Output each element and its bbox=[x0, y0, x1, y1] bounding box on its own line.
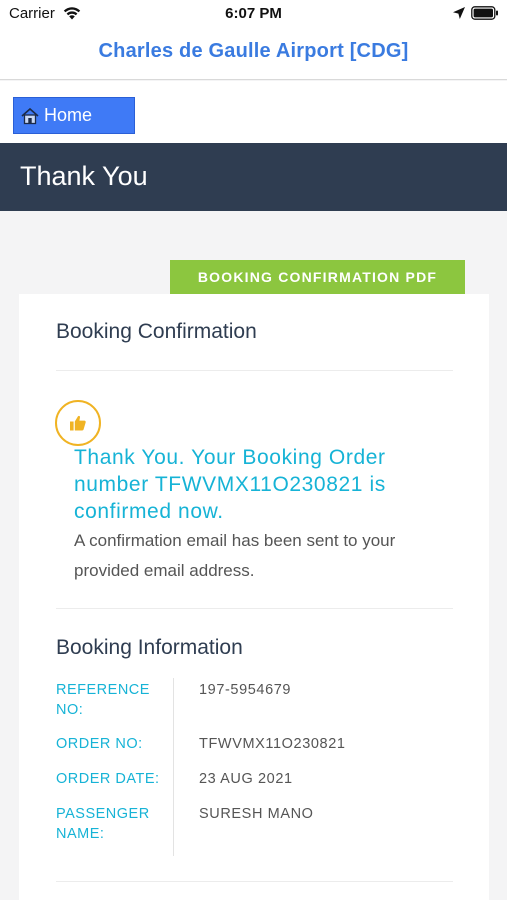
passenger-name-value: SURESH MANO bbox=[199, 806, 314, 822]
home-button[interactable]: Home bbox=[13, 97, 135, 134]
page-title: Thank You bbox=[20, 161, 148, 191]
divider bbox=[56, 370, 453, 371]
order-no-label: ORDER NO: bbox=[56, 736, 143, 752]
passenger-name-label: PASSENGER NAME: bbox=[56, 806, 150, 842]
order-date-label: ORDER DATE: bbox=[56, 771, 160, 787]
divider bbox=[56, 608, 453, 609]
home-button-label: Home bbox=[44, 105, 93, 125]
home-icon bbox=[21, 107, 39, 124]
reference-no-label: REFERENCE NO: bbox=[56, 682, 150, 718]
info-row-reference: REFERENCE NO: 197-5954679 bbox=[56, 680, 453, 734]
thumbs-up-badge bbox=[55, 400, 101, 446]
home-strip: Home bbox=[0, 81, 507, 143]
clock-time: 6:07 PM bbox=[225, 5, 282, 22]
order-no-value: TFWVMX11O230821 bbox=[199, 736, 346, 752]
confirmation-email-note: A confirmation email has been sent to yo… bbox=[74, 531, 396, 580]
page-header: Thank You bbox=[0, 143, 507, 211]
order-date-value: 23 AUG 2021 bbox=[199, 771, 293, 787]
divider bbox=[56, 881, 453, 882]
confirmation-message: Thank You. Your Booking Order number TFW… bbox=[74, 446, 386, 523]
info-row-order-no: ORDER NO: TFWVMX11O230821 bbox=[56, 734, 453, 769]
battery-icon bbox=[471, 6, 498, 20]
status-bar: Carrier 6:07 PM bbox=[0, 0, 507, 28]
booking-information-title: Booking Information bbox=[56, 636, 243, 659]
location-arrow-icon bbox=[453, 7, 465, 19]
info-row-order-date: ORDER DATE: 23 AUG 2021 bbox=[56, 769, 453, 804]
booking-info-table: REFERENCE NO: 197-5954679 ORDER NO: TFWV… bbox=[56, 680, 453, 858]
booking-confirmation-title: Booking Confirmation bbox=[56, 320, 257, 343]
nav-bar: Charles de Gaulle Airport [CDG] bbox=[0, 28, 507, 80]
reference-no-value: 197-5954679 bbox=[199, 682, 292, 698]
booking-confirmation-pdf-button[interactable]: BOOKING CONFIRMATION PDF bbox=[170, 260, 465, 294]
booking-card: Booking Confirmation Thank You. Your Boo… bbox=[19, 294, 489, 900]
airport-title: Charles de Gaulle Airport [CDG] bbox=[98, 40, 409, 62]
thumbs-up-icon bbox=[70, 415, 86, 431]
info-row-passenger: PASSENGER NAME: SURESH MANO bbox=[56, 804, 453, 858]
